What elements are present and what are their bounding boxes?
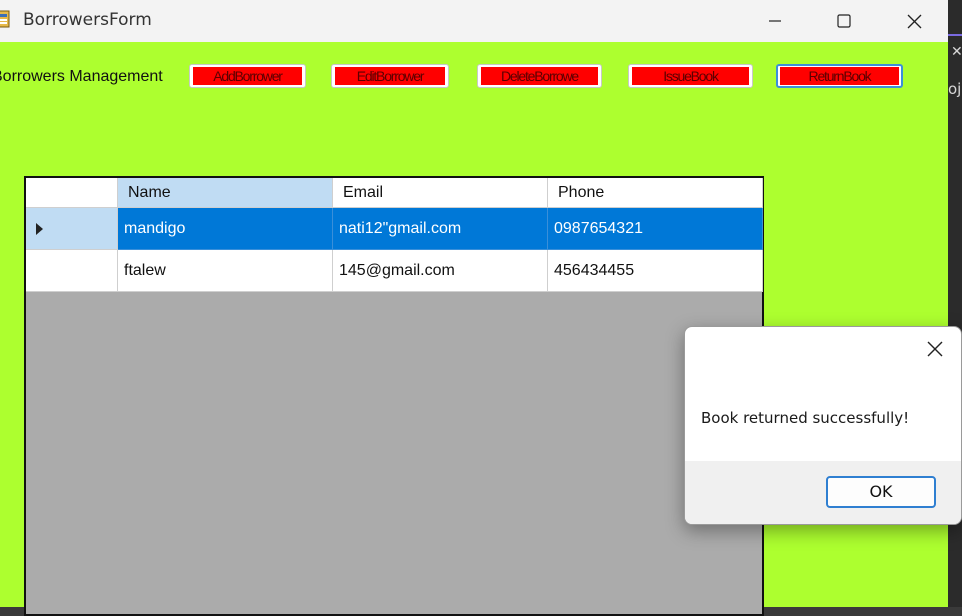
background-text-snippet: oj [948, 80, 962, 98]
column-header-name[interactable]: Name [118, 178, 333, 208]
row-pointer-icon [36, 223, 43, 235]
column-header-phone[interactable]: Phone [548, 178, 763, 208]
dialog-close-button[interactable] [921, 337, 949, 361]
edit-borrower-label: EditBorrower [335, 67, 445, 85]
edit-borrower-button[interactable]: EditBorrower [331, 64, 449, 88]
minimize-icon [769, 20, 781, 22]
table-cell-name[interactable]: mandigo [118, 208, 333, 250]
add-borrower-label: AddBorrower [193, 67, 302, 85]
maximize-button[interactable] [809, 0, 879, 42]
close-icon [927, 341, 943, 357]
row-header[interactable] [26, 250, 118, 292]
return-book-button[interactable]: ReturnBook [776, 64, 903, 88]
message-dialog: Book returned successfully! OK [684, 326, 962, 525]
table-cell-email[interactable]: 145@gmail.com [333, 250, 548, 292]
background-accent-bar [948, 34, 962, 36]
row-header[interactable] [26, 208, 118, 250]
title-bar[interactable]: BorrowersForm [0, 0, 948, 42]
background-close-glyph: ✕ [951, 44, 962, 60]
issue-book-button[interactable]: IssueBook [628, 64, 753, 88]
ok-button[interactable]: OK [826, 476, 936, 508]
grid-corner-header[interactable] [26, 178, 118, 208]
maximize-icon [837, 14, 851, 28]
app-form-icon [0, 10, 10, 28]
minimize-button[interactable] [740, 0, 810, 42]
dialog-message: Book returned successfully! [701, 409, 910, 427]
delete-borrower-button[interactable]: DeleteBorrowe [477, 64, 602, 88]
delete-borrower-label: DeleteBorrowe [481, 67, 598, 85]
issue-book-label: IssueBook [632, 67, 749, 85]
table-cell-phone[interactable]: 0987654321 [548, 208, 763, 250]
table-cell-name[interactable]: ftalew [118, 250, 333, 292]
column-header-email[interactable]: Email [333, 178, 548, 208]
return-book-label: ReturnBook [780, 67, 899, 85]
table-cell-email[interactable]: nati12"gmail.com [333, 208, 548, 250]
table-cell-phone[interactable]: 456434455 [548, 250, 763, 292]
borrowers-grid[interactable]: Name Email Phone mandigo nati12"gmail.co… [24, 176, 764, 616]
close-icon [907, 14, 921, 28]
window-title: BorrowersForm [23, 10, 152, 30]
add-borrower-button[interactable]: AddBorrower [189, 64, 306, 88]
close-button[interactable] [879, 0, 949, 42]
page-title: Borrowers Management [0, 68, 163, 85]
